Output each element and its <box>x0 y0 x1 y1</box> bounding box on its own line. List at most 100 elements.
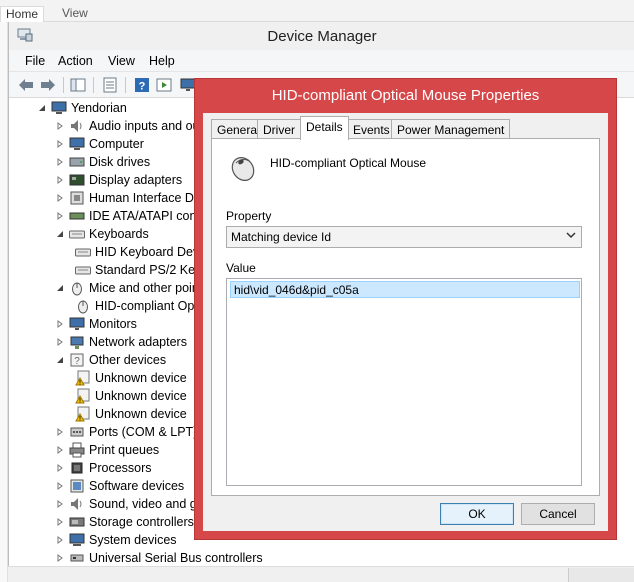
computer-icon <box>69 136 85 152</box>
processor-icon <box>69 460 85 476</box>
tree-node-label: System devices <box>89 533 177 547</box>
collapsed-arrow-icon[interactable] <box>55 481 65 491</box>
value-list-item[interactable]: hid\vid_046d&pid_c05a <box>230 281 580 298</box>
collapsed-arrow-icon[interactable] <box>55 175 65 185</box>
collapsed-arrow-icon[interactable] <box>55 157 65 167</box>
collapsed-arrow-icon[interactable] <box>55 193 65 203</box>
collapsed-arrow-icon[interactable] <box>55 121 65 131</box>
ok-button[interactable]: OK <box>440 503 514 525</box>
menu-file[interactable]: File <box>25 54 45 68</box>
tree-node[interactable]: Display adapters <box>55 171 182 189</box>
tree-node-label: Software devices <box>89 479 185 493</box>
expanded-arrow-icon[interactable] <box>55 283 65 293</box>
tree-node[interactable]: System devices <box>55 531 177 549</box>
dialog-body: General Driver Details Events Power Mana… <box>203 113 608 531</box>
collapsed-arrow-icon[interactable] <box>55 445 65 455</box>
device-manager-titlebar: Device Manager <box>9 22 634 50</box>
run-icon[interactable] <box>155 76 173 94</box>
tab-power-management[interactable]: Power Management <box>391 119 511 139</box>
collapsed-arrow-icon[interactable] <box>55 499 65 509</box>
tab-details[interactable]: Details <box>300 116 349 140</box>
ribbon-tab-view[interactable]: View <box>62 6 88 20</box>
collapsed-arrow-icon[interactable] <box>55 211 65 221</box>
tree-node-label: Other devices <box>89 353 167 367</box>
device-name: HID-compliant Optical Mouse <box>270 156 427 170</box>
tree-node[interactable]: Processors <box>55 459 152 477</box>
collapsed-arrow-icon[interactable] <box>55 427 65 437</box>
tree-node[interactable]: Print queues <box>55 441 159 459</box>
tree-node[interactable]: Monitors <box>55 315 137 333</box>
warning-device-icon: ! <box>75 406 91 422</box>
hid-icon <box>69 190 85 206</box>
tab-driver[interactable]: Driver <box>257 119 301 139</box>
background-ribbon: Home View <box>0 0 634 22</box>
tree-node[interactable]: ! Unknown device <box>75 369 187 387</box>
usb-icon <box>69 550 85 566</box>
collapsed-arrow-icon[interactable] <box>55 553 65 563</box>
tree-node[interactable]: Network adapters <box>55 333 187 351</box>
help-icon[interactable]: ? <box>133 76 151 94</box>
menu-help[interactable]: Help <box>149 54 175 68</box>
menu-bar: File Action View Help <box>9 50 634 72</box>
menu-action[interactable]: Action <box>58 54 93 68</box>
forward-arrow-icon[interactable] <box>39 76 57 94</box>
property-label: Property <box>226 209 272 223</box>
property-select[interactable]: Matching device Id <box>226 226 582 248</box>
tree-node-label: Unknown device <box>95 407 187 421</box>
network-icon <box>69 334 85 350</box>
back-arrow-icon[interactable] <box>17 76 35 94</box>
show-hide-tree-icon[interactable] <box>69 76 87 94</box>
tree-node[interactable]: Software devices <box>55 477 184 495</box>
tree-node-label: Yendorian <box>71 101 127 115</box>
value-label: Value <box>226 261 256 275</box>
property-select-value: Matching device Id <box>231 230 332 244</box>
software-device-icon <box>69 478 85 494</box>
tree-node-label: Disk drives <box>89 155 151 169</box>
tree-node[interactable]: Ports (COM & LPT) <box>55 423 197 441</box>
collapsed-arrow-icon[interactable] <box>55 139 65 149</box>
ribbon-tab-home[interactable]: Home <box>0 6 44 22</box>
status-bar-pane <box>568 568 634 582</box>
tree-node-label: Print queues <box>89 443 160 457</box>
tree-node[interactable]: Universal Serial Bus controllers <box>55 549 263 567</box>
value-list[interactable]: hid\vid_046d&pid_c05a <box>226 278 582 486</box>
collapsed-arrow-icon[interactable] <box>55 319 65 329</box>
menu-view[interactable]: View <box>108 54 135 68</box>
tree-node-label: Computer <box>89 137 144 151</box>
tree-node-label: Display adapters <box>89 173 183 187</box>
tree-node[interactable]: Disk drives <box>55 153 150 171</box>
expanded-arrow-icon[interactable] <box>55 355 65 365</box>
disk-icon <box>69 154 85 170</box>
tree-node[interactable]: ! Unknown device <box>75 405 187 423</box>
collapsed-arrow-icon[interactable] <box>55 517 65 527</box>
properties-icon[interactable] <box>101 76 119 94</box>
tree-node[interactable]: Storage controllers <box>55 513 194 531</box>
tree-node[interactable]: ? Other devices <box>55 351 166 369</box>
svg-text:!: ! <box>79 417 81 423</box>
port-icon <box>69 424 85 440</box>
properties-dialog: HID-compliant Optical Mouse Properties G… <box>194 78 617 540</box>
expanded-arrow-icon[interactable] <box>55 229 65 239</box>
warning-device-icon: ! <box>75 388 91 404</box>
collapsed-arrow-icon[interactable] <box>55 337 65 347</box>
warning-device-icon: ! <box>75 370 91 386</box>
mouse-icon <box>228 151 260 183</box>
tree-node[interactable]: Yendorian <box>37 99 127 117</box>
tree-node-label: Unknown device <box>95 371 187 385</box>
collapsed-arrow-icon[interactable] <box>55 463 65 473</box>
system-icon <box>69 532 85 548</box>
cancel-button[interactable]: Cancel <box>521 503 595 525</box>
svg-text:?: ? <box>139 81 146 93</box>
background-window-edge <box>0 22 8 582</box>
status-bar <box>8 566 634 582</box>
mouse-icon <box>69 280 85 296</box>
collapsed-arrow-icon[interactable] <box>55 535 65 545</box>
expanded-arrow-icon[interactable] <box>37 103 47 113</box>
tree-node[interactable]: Computer <box>55 135 144 153</box>
computer-icon <box>51 100 67 116</box>
tree-node[interactable]: ! Unknown device <box>75 387 187 405</box>
tree-node[interactable]: Keyboards <box>55 225 149 243</box>
details-panel: HID-compliant Optical Mouse Property Mat… <box>211 138 600 496</box>
tab-events[interactable]: Events <box>347 119 396 139</box>
speaker-icon <box>69 118 85 134</box>
